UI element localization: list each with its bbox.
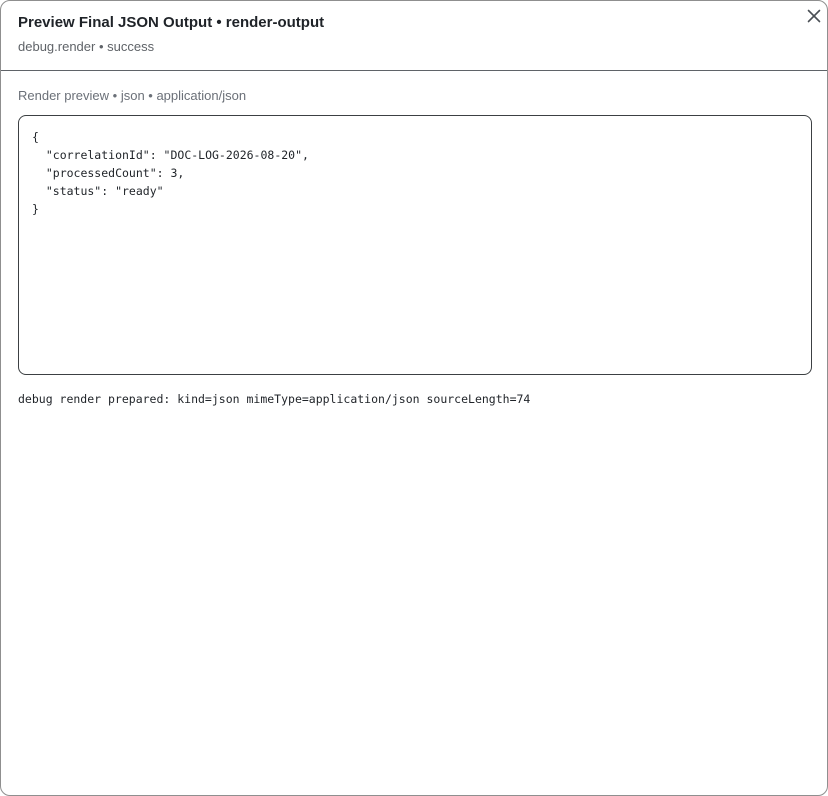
debug-status-message: debug render prepared: kind=json mimeTyp… [18, 392, 531, 406]
render-preview-label: Render preview • json • application/json [18, 88, 247, 103]
json-preview-box[interactable]: { "correlationId": "DOC-LOG-2026-08-20",… [18, 115, 812, 375]
dialog-subtitle: debug.render • success [18, 39, 155, 54]
dialog-header: Preview Final JSON Output • render-outpu… [1, 1, 827, 71]
json-preview-code: { "correlationId": "DOC-LOG-2026-08-20",… [32, 130, 309, 216]
close-icon [807, 9, 821, 23]
dialog-title: Preview Final JSON Output • render-outpu… [18, 14, 325, 31]
preview-dialog: Preview Final JSON Output • render-outpu… [0, 0, 828, 796]
close-button[interactable] [803, 5, 825, 27]
dialog-body: Render preview • json • application/json… [1, 71, 827, 795]
